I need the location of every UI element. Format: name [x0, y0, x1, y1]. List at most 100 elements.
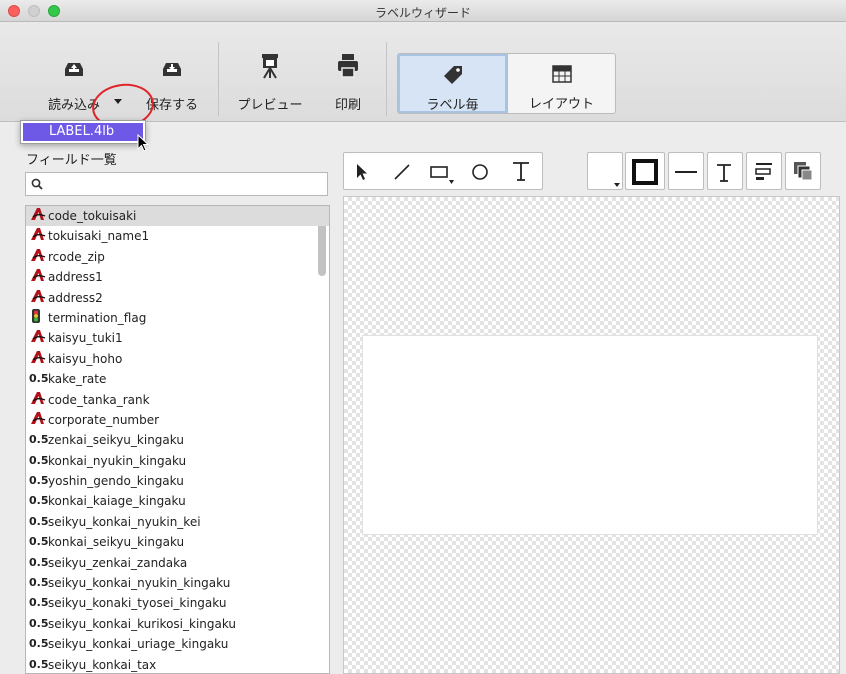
- field-name: tokuisaki_name1: [48, 229, 150, 244]
- field-name: konkai_seikyu_kingaku: [48, 535, 185, 550]
- field-list-item[interactable]: 0.5 kake_rate: [26, 369, 329, 389]
- line-style-control[interactable]: [668, 152, 704, 190]
- label-canvas[interactable]: [343, 196, 840, 674]
- toggle-icon: [30, 308, 46, 328]
- arrow-select-tool-icon[interactable]: [355, 163, 369, 181]
- number-type-icon: 0.5: [29, 657, 49, 671]
- mouse-pointer-icon: [137, 134, 149, 152]
- number-type-icon: 0.5: [29, 637, 49, 651]
- field-list-item[interactable]: 0.5 seikyu_konkai_kurikosi_kingaku: [26, 614, 329, 634]
- field-list-item[interactable]: 0.5 konkai_nyukin_kingaku: [26, 451, 329, 471]
- number-type-icon: 0.5: [29, 474, 49, 488]
- number-type-icon: 0.5: [29, 535, 49, 549]
- toolbar-separator: [218, 42, 219, 116]
- text-style-control[interactable]: [707, 152, 743, 190]
- rectangle-tool-icon[interactable]: [429, 162, 455, 186]
- mode-segmented-control: ラベル毎 レイアウト: [397, 53, 616, 114]
- tag-icon: [443, 66, 462, 84]
- field-list-item[interactable]: code_tanka_rank: [26, 390, 329, 410]
- text-type-icon: [30, 247, 46, 267]
- field-list-item[interactable]: tokuisaki_name1: [26, 226, 329, 246]
- field-name: seikyu_konkai_nyukin_kingaku: [48, 576, 231, 591]
- number-type-icon: 0.5: [29, 616, 49, 630]
- field-search-input[interactable]: [25, 172, 328, 196]
- layers-icon: [794, 162, 813, 181]
- text-type-icon: [30, 206, 46, 226]
- field-name: termination_flag: [48, 310, 147, 325]
- chevron-down-icon: [614, 183, 620, 187]
- field-name: kake_rate: [48, 372, 107, 387]
- field-name: rcode_zip: [48, 249, 105, 264]
- field-list-title: フィールド一覧: [26, 153, 117, 168]
- field-list-item[interactable]: address1: [26, 267, 329, 287]
- field-list-item[interactable]: 0.5 seikyu_konkai_nyukin_kingaku: [26, 573, 329, 593]
- layout-label: レイアウト: [528, 97, 594, 112]
- field-list-item[interactable]: code_tokuisaki: [26, 206, 329, 227]
- text-type-icon: [30, 390, 46, 410]
- field-name: address2: [48, 290, 103, 305]
- text-type-icon: [30, 328, 46, 348]
- per-label-label: ラベル毎: [426, 98, 479, 113]
- field-list-item[interactable]: 0.5 seikyu_zenkai_zandaka: [26, 553, 329, 573]
- field-list-item[interactable]: 0.5 seikyu_konkai_tax: [26, 655, 329, 673]
- title-bar: ラベルウィザード: [0, 0, 846, 22]
- popup-menu-item[interactable]: LABEL.4lb: [23, 123, 143, 141]
- stroke-color-swatch[interactable]: [625, 152, 665, 190]
- field-list[interactable]: code_tokuisaki tokuisaki_name1 rcode_zipad…: [25, 205, 330, 674]
- field-name: konkai_nyukin_kingaku: [48, 453, 187, 468]
- line-style-icon: [675, 171, 697, 173]
- field-list-item[interactable]: termination_flag: [26, 308, 329, 328]
- text-type-icon: [30, 410, 46, 430]
- field-name: zenkai_seikyu_kingaku: [48, 433, 184, 448]
- field-list-item[interactable]: 0.5 seikyu_konkai_nyukin_kei: [26, 512, 329, 532]
- field-name: seikyu_konaki_tyosei_kingaku: [48, 596, 227, 611]
- field-list-item[interactable]: corporate_number: [26, 410, 329, 430]
- load-popup-menu: LABEL.4lb: [20, 120, 146, 144]
- number-type-icon: 0.5: [29, 576, 49, 590]
- layout-segment[interactable]: レイアウト: [507, 54, 615, 113]
- text-type-icon: [30, 267, 46, 287]
- field-list-item[interactable]: rcode_zip: [26, 247, 329, 267]
- field-name: konkai_kaiage_kingaku: [48, 494, 186, 509]
- search-icon: [31, 178, 43, 190]
- text-tool-icon[interactable]: [511, 160, 531, 182]
- label-area[interactable]: [362, 335, 818, 535]
- text-type-icon: [30, 226, 46, 246]
- field-list-item[interactable]: 0.5 seikyu_konkai_uriage_kingaku: [26, 634, 329, 654]
- field-list-item[interactable]: 0.5 konkai_kaiage_kingaku: [26, 491, 329, 511]
- save-tray-icon: [163, 63, 181, 76]
- field-name: seikyu_konkai_nyukin_kei: [48, 514, 201, 529]
- field-list-item[interactable]: 0.5 yoshin_gendo_kingaku: [26, 471, 329, 491]
- field-list-item[interactable]: 0.5 zenkai_seikyu_kingaku: [26, 430, 329, 450]
- field-name: kaisyu_tuki1: [48, 331, 123, 346]
- field-name: kaisyu_hoho: [48, 351, 123, 366]
- print-button[interactable]: 印刷: [320, 52, 376, 116]
- window-title: ラベルウィザード: [374, 6, 471, 20]
- field-list-item[interactable]: kaisyu_hoho: [26, 349, 329, 369]
- preview-button[interactable]: プレビュー: [230, 52, 310, 116]
- field-name: seikyu_zenkai_zandaka: [48, 555, 188, 570]
- field-name: seikyu_konkai_tax: [48, 657, 157, 672]
- load-tray-icon: [65, 63, 83, 76]
- text-type-icon: [30, 288, 46, 308]
- field-name: seikyu_konkai_uriage_kingaku: [48, 637, 229, 652]
- field-list-item[interactable]: address2: [26, 288, 329, 308]
- field-list-item[interactable]: 0.5 seikyu_konaki_tyosei_kingaku: [26, 593, 329, 613]
- per-label-segment[interactable]: ラベル毎: [398, 54, 507, 113]
- arrange-control[interactable]: [785, 152, 821, 190]
- fill-color-swatch[interactable]: [587, 152, 623, 190]
- number-type-icon: 0.5: [29, 494, 49, 508]
- line-tool-icon[interactable]: [393, 163, 411, 181]
- align-icon: [755, 163, 772, 180]
- field-name: address1: [48, 270, 103, 285]
- align-control[interactable]: [746, 152, 782, 190]
- number-type-icon: 0.5: [29, 555, 49, 569]
- field-name: code_tokuisaki: [48, 209, 137, 223]
- field-name: corporate_number: [48, 412, 160, 427]
- oval-tool-icon[interactable]: [471, 163, 489, 181]
- projector-screen-icon: [262, 54, 278, 79]
- field-list-item[interactable]: kaisyu_tuki1: [26, 328, 329, 348]
- preview-label: プレビュー: [237, 98, 303, 113]
- grid-layout-icon: [551, 65, 572, 83]
- field-list-item[interactable]: 0.5 konkai_seikyu_kingaku: [26, 532, 329, 552]
